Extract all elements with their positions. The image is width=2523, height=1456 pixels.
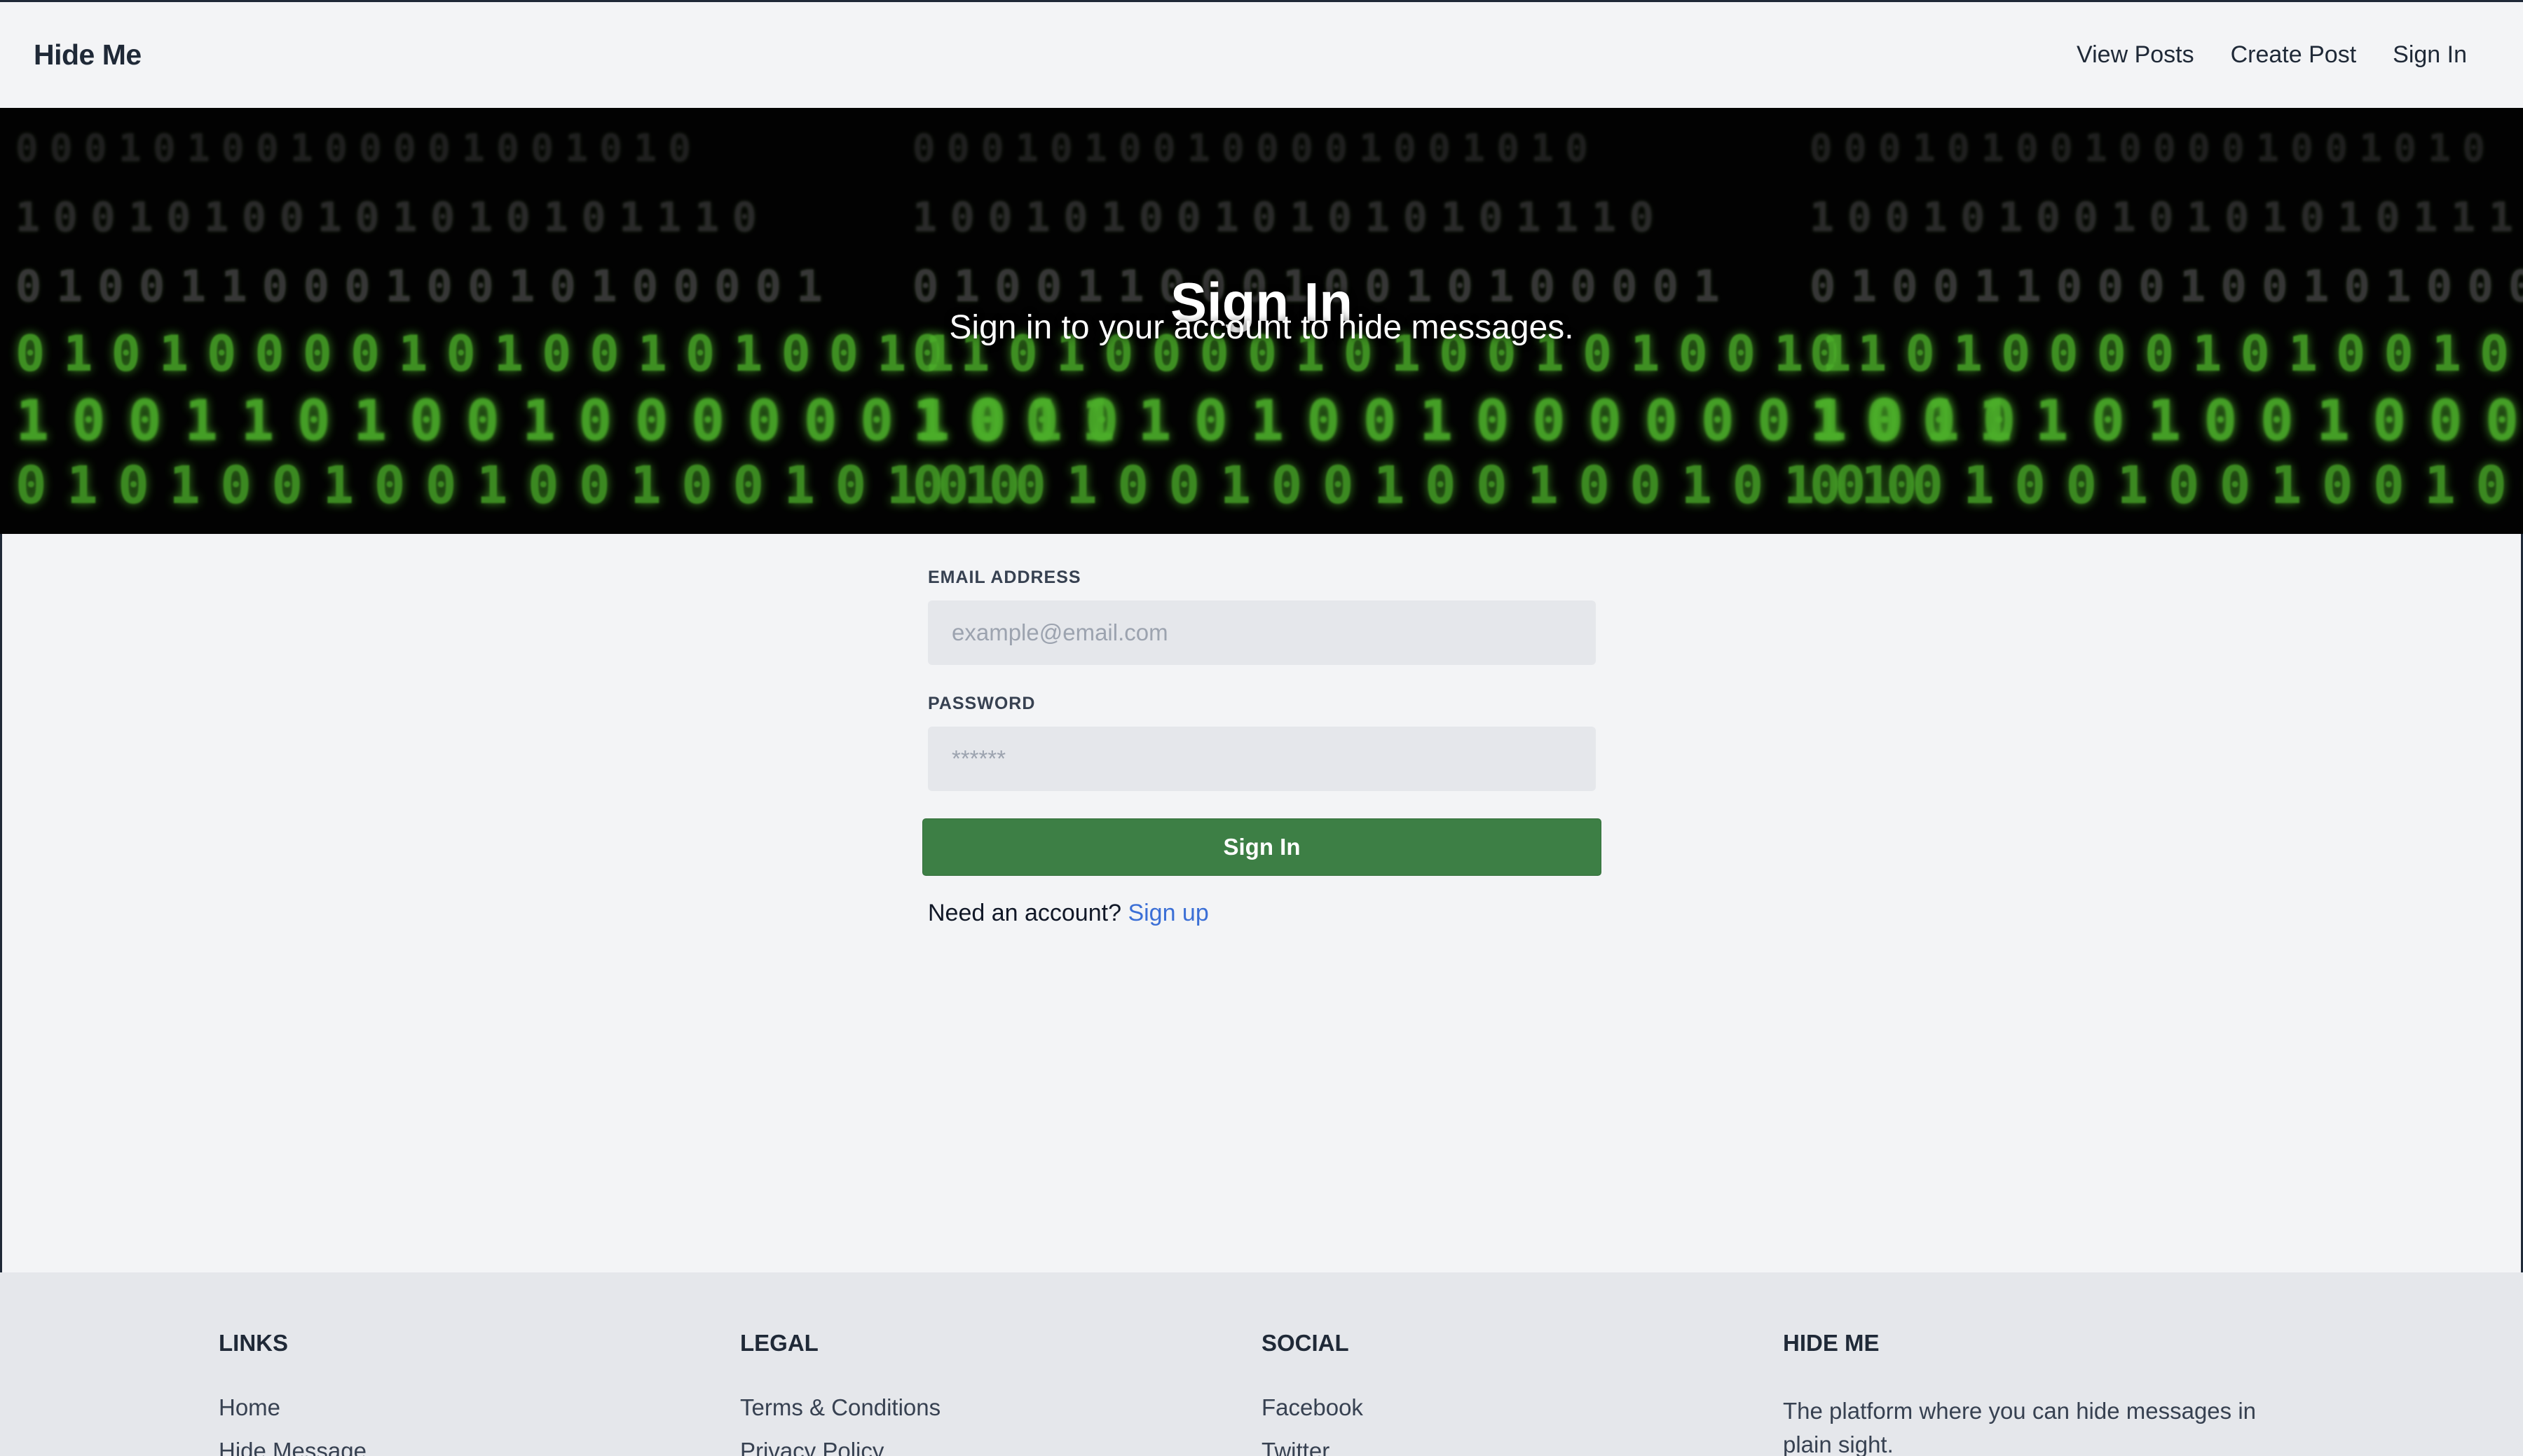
binary-row: 0 1 0 1 0 0 1 0 0 1 0 0 1 0 0 1 0 1 0 0 bbox=[15, 455, 1020, 516]
binary-row: 0 0 0 1 0 1 0 0 1 0 0 0 0 1 0 0 1 0 1 0 bbox=[1810, 126, 2485, 170]
signup-prompt-text: Need an account? bbox=[928, 900, 1121, 926]
nav-view-posts[interactable]: View Posts bbox=[2077, 41, 2194, 69]
nav-sign-in[interactable]: Sign In bbox=[2393, 41, 2467, 69]
footer-link-home[interactable]: Home bbox=[219, 1394, 280, 1421]
footer: LINKS Home Hide Message LEGAL Terms & Co… bbox=[0, 1272, 2523, 1456]
page-subtitle: Sign in to your account to hide messages… bbox=[949, 309, 1574, 346]
footer-link-facebook[interactable]: Facebook bbox=[1262, 1394, 1363, 1421]
binary-row: 1 0 0 1 0 1 0 0 1 0 1 0 1 0 1 0 1 1 1 0 bbox=[15, 193, 757, 241]
navbar: Hide Me View Posts Create Post Sign In bbox=[0, 2, 2523, 108]
footer-about-text: The platform where you can hide messages… bbox=[1783, 1398, 2257, 1456]
brand-logo[interactable]: Hide Me bbox=[34, 2, 142, 108]
signup-prompt: Need an account? Sign up bbox=[928, 900, 1209, 927]
binary-row: 0 1 0 1 0 0 1 0 0 1 0 0 1 0 0 1 0 1 0 0 bbox=[1810, 455, 2523, 516]
hero-banner: 0 0 0 1 0 1 0 0 1 0 0 0 0 1 0 0 1 0 1 0 0… bbox=[0, 108, 2523, 534]
footer-link-terms[interactable]: Terms & Conditions bbox=[740, 1394, 941, 1421]
binary-row: 1 0 0 1 1 0 1 0 0 1 0 0 0 0 0 0 1 0 1 0 bbox=[1810, 388, 2523, 453]
email-field[interactable] bbox=[928, 600, 1596, 665]
binary-row: 0 0 0 1 0 1 0 0 1 0 0 0 0 1 0 0 1 0 1 0 bbox=[15, 126, 691, 170]
footer-links-heading: LINKS bbox=[219, 1330, 288, 1356]
footer-legal-heading: LEGAL bbox=[740, 1330, 819, 1356]
nav-links: View Posts Create Post Sign In bbox=[2077, 2, 2467, 108]
sign-in-button[interactable]: Sign In bbox=[922, 818, 1601, 876]
email-label: EMAIL ADDRESS bbox=[928, 568, 1081, 587]
footer-link-privacy[interactable]: Privacy Policy bbox=[740, 1438, 884, 1456]
footer-social-heading: SOCIAL bbox=[1262, 1330, 1349, 1356]
footer-link-hide-message[interactable]: Hide Message bbox=[219, 1438, 367, 1456]
password-label: PASSWORD bbox=[928, 694, 1036, 713]
binary-row: 1 0 0 1 0 1 0 0 1 0 1 0 1 0 1 0 1 1 1 0 bbox=[912, 193, 1654, 241]
binary-row: 0 0 0 1 0 1 0 0 1 0 0 0 0 1 0 0 1 0 1 0 bbox=[912, 126, 1588, 170]
binary-row: 1 0 0 1 0 1 0 0 1 0 1 0 1 0 1 0 1 1 1 0 bbox=[1810, 193, 2523, 241]
password-field[interactable] bbox=[928, 727, 1596, 791]
footer-about-heading: HIDE ME bbox=[1783, 1330, 1880, 1356]
sign-up-link[interactable]: Sign up bbox=[1128, 900, 1208, 926]
binary-row: 0 1 0 1 0 0 1 0 0 1 0 0 1 0 0 1 0 1 0 0 bbox=[912, 455, 1917, 516]
footer-link-twitter[interactable]: Twitter bbox=[1262, 1438, 1329, 1456]
nav-create-post[interactable]: Create Post bbox=[2231, 41, 2357, 69]
